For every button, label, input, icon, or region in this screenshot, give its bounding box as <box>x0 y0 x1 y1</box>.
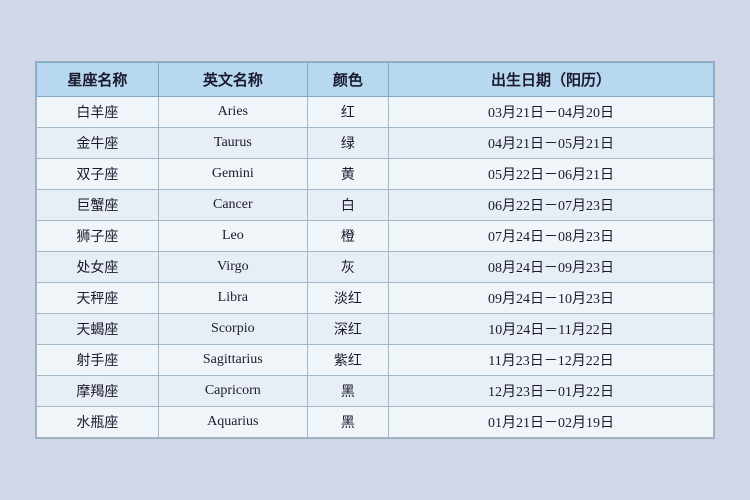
table-row: 水瓶座Aquarius黑01月21日－02月19日 <box>37 407 714 438</box>
cell-color: 橙 <box>307 221 388 252</box>
cell-english-name: Leo <box>158 221 307 252</box>
header-date: 出生日期（阳历） <box>389 63 714 97</box>
zodiac-table-container: 星座名称 英文名称 颜色 出生日期（阳历） 白羊座Aries红03月21日－04… <box>35 61 715 439</box>
cell-english-name: Scorpio <box>158 314 307 345</box>
cell-date: 03月21日－04月20日 <box>389 97 714 128</box>
cell-color: 灰 <box>307 252 388 283</box>
cell-color: 红 <box>307 97 388 128</box>
cell-english-name: Libra <box>158 283 307 314</box>
cell-color: 黑 <box>307 407 388 438</box>
header-chinese-name: 星座名称 <box>37 63 159 97</box>
cell-english-name: Taurus <box>158 128 307 159</box>
table-row: 摩羯座Capricorn黑12月23日－01月22日 <box>37 376 714 407</box>
cell-english-name: Capricorn <box>158 376 307 407</box>
header-color: 颜色 <box>307 63 388 97</box>
cell-english-name: Cancer <box>158 190 307 221</box>
table-row: 巨蟹座Cancer白06月22日－07月23日 <box>37 190 714 221</box>
cell-date: 12月23日－01月22日 <box>389 376 714 407</box>
cell-date: 08月24日－09月23日 <box>389 252 714 283</box>
cell-chinese-name: 巨蟹座 <box>37 190 159 221</box>
header-english-name: 英文名称 <box>158 63 307 97</box>
cell-date: 05月22日－06月21日 <box>389 159 714 190</box>
cell-color: 黄 <box>307 159 388 190</box>
cell-date: 11月23日－12月22日 <box>389 345 714 376</box>
cell-english-name: Gemini <box>158 159 307 190</box>
cell-chinese-name: 摩羯座 <box>37 376 159 407</box>
cell-date: 06月22日－07月23日 <box>389 190 714 221</box>
table-row: 金牛座Taurus绿04月21日－05月21日 <box>37 128 714 159</box>
cell-color: 淡红 <box>307 283 388 314</box>
cell-color: 紫红 <box>307 345 388 376</box>
table-row: 天秤座Libra淡红09月24日－10月23日 <box>37 283 714 314</box>
table-row: 天蝎座Scorpio深红10月24日－11月22日 <box>37 314 714 345</box>
table-row: 狮子座Leo橙07月24日－08月23日 <box>37 221 714 252</box>
cell-chinese-name: 射手座 <box>37 345 159 376</box>
cell-english-name: Sagittarius <box>158 345 307 376</box>
cell-date: 07月24日－08月23日 <box>389 221 714 252</box>
cell-english-name: Aquarius <box>158 407 307 438</box>
cell-chinese-name: 水瓶座 <box>37 407 159 438</box>
cell-date: 10月24日－11月22日 <box>389 314 714 345</box>
table-row: 双子座Gemini黄05月22日－06月21日 <box>37 159 714 190</box>
table-row: 射手座Sagittarius紫红11月23日－12月22日 <box>37 345 714 376</box>
cell-date: 01月21日－02月19日 <box>389 407 714 438</box>
cell-english-name: Aries <box>158 97 307 128</box>
cell-chinese-name: 狮子座 <box>37 221 159 252</box>
cell-color: 绿 <box>307 128 388 159</box>
cell-chinese-name: 天蝎座 <box>37 314 159 345</box>
cell-chinese-name: 处女座 <box>37 252 159 283</box>
table-row: 处女座Virgo灰08月24日－09月23日 <box>37 252 714 283</box>
cell-date: 09月24日－10月23日 <box>389 283 714 314</box>
zodiac-table: 星座名称 英文名称 颜色 出生日期（阳历） 白羊座Aries红03月21日－04… <box>36 62 714 438</box>
cell-chinese-name: 金牛座 <box>37 128 159 159</box>
cell-color: 白 <box>307 190 388 221</box>
cell-date: 04月21日－05月21日 <box>389 128 714 159</box>
table-row: 白羊座Aries红03月21日－04月20日 <box>37 97 714 128</box>
cell-english-name: Virgo <box>158 252 307 283</box>
cell-chinese-name: 白羊座 <box>37 97 159 128</box>
cell-chinese-name: 天秤座 <box>37 283 159 314</box>
cell-color: 黑 <box>307 376 388 407</box>
table-header-row: 星座名称 英文名称 颜色 出生日期（阳历） <box>37 63 714 97</box>
cell-color: 深红 <box>307 314 388 345</box>
cell-chinese-name: 双子座 <box>37 159 159 190</box>
